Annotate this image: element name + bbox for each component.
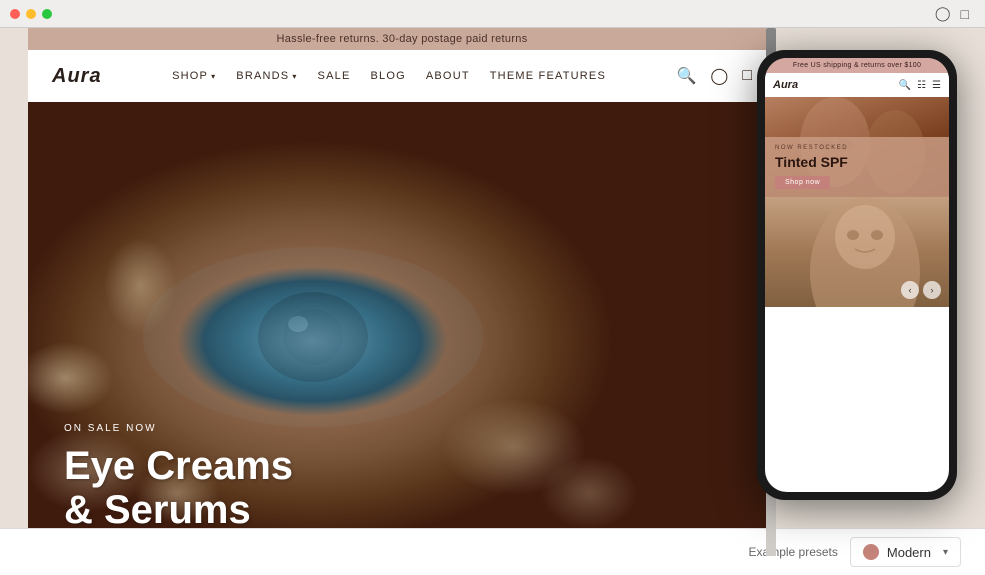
mobile-next-arrow[interactable]: › [923,281,941,299]
brands-chevron-icon: ▾ [292,72,297,81]
mobile-nav-arrows: ‹ › [901,281,941,299]
nav-about[interactable]: ABOUT [426,70,470,82]
mobile-search-icon: 🔍 [899,80,911,91]
nav-theme-features[interactable]: THEME FEATURES [490,70,606,82]
hero-text-block: ON SALE NOW Eye Creams & Serums [64,423,293,532]
nav-shop[interactable]: SHOP ▾ [172,70,216,82]
shop-chevron-icon: ▾ [211,72,216,81]
mobile-preview-device: Free US shipping & returns over $100 Aur… [757,50,957,500]
search-icon[interactable]: 🔍 [676,66,696,86]
mobile-menu-icon: ☰ [932,80,941,91]
cart-icon[interactable]: □ [742,67,752,85]
nav-links: SHOP ▾ BRANDS ▾ SALE BLOG ABOUT THEME FE… [172,70,606,82]
mobile-screen: Free US shipping & returns over $100 Aur… [765,58,949,492]
instagram-icon[interactable]: ◯ [935,5,951,22]
hero-title: Eye Creams & Serums [64,444,293,532]
mobile-logo: Aura [773,79,798,91]
nav-brands[interactable]: BRANDS ▾ [236,70,297,82]
facebook-icon[interactable]: □ [961,6,969,22]
mobile-product-badge: NOW RESTOCKED Tinted SPF Shop now [765,137,949,197]
bottom-bar: Example presets Modern ▾ [0,528,985,575]
website-container: Hassle-free returns. 30-day postage paid… [28,28,776,556]
nav-sale[interactable]: SALE [318,70,351,82]
account-icon[interactable]: ◯ [710,66,728,86]
mobile-badge-label: NOW RESTOCKED [775,145,939,151]
mobile-shop-button[interactable]: Shop now [775,176,830,189]
browser-minimize-button[interactable] [26,9,36,19]
preset-chevron-icon: ▾ [943,547,948,558]
mobile-prev-arrow[interactable]: ‹ [901,281,919,299]
site-logo[interactable]: Aura [52,65,102,88]
mobile-badge-title: Tinted SPF [775,154,939,171]
nav-icon-group: 🔍 ◯ □ [676,66,752,86]
mobile-grid-icon: ☷ [917,80,926,91]
preset-name: Modern [887,545,931,560]
mobile-nav-icons: 🔍 ☷ ☰ [899,80,941,91]
mobile-nav: Aura 🔍 ☷ ☰ [765,73,949,97]
announcement-text: Hassle-free returns. 30-day postage paid… [276,33,527,45]
browser-social-icons: ◯ □ [935,5,969,22]
browser-close-button[interactable] [10,9,20,19]
announcement-bar: Hassle-free returns. 30-day postage paid… [28,28,776,50]
mobile-hero-1: NOW RESTOCKED Tinted SPF Shop now [765,97,949,197]
preset-color-dot [863,544,879,560]
mobile-announcement-bar: Free US shipping & returns over $100 [765,58,949,73]
hero-subtitle: ON SALE NOW [64,423,293,434]
browser-maximize-button[interactable] [42,9,52,19]
preset-label: Example presets [749,545,838,559]
hero-section: ON SALE NOW Eye Creams & Serums [28,102,776,556]
main-nav: Aura SHOP ▾ BRANDS ▾ SALE BLOG ABOUT THE… [28,50,776,102]
mobile-hero-2: ‹ › [765,197,949,307]
preset-selector[interactable]: Modern ▾ [850,537,961,567]
nav-blog[interactable]: BLOG [370,70,405,82]
